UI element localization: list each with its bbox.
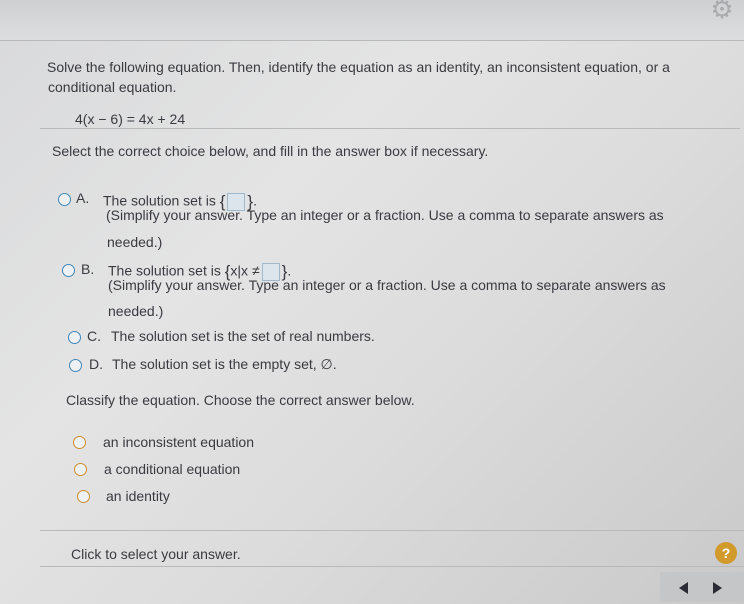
question-divider — [40, 128, 740, 129]
choice-d-radio[interactable] — [69, 359, 82, 372]
footer-divider — [40, 530, 744, 531]
choice-c-text: The solution set is the set of real numb… — [111, 328, 375, 344]
classify-option-inconsistent: an inconsistent equation — [103, 434, 254, 450]
choice-c-radio[interactable] — [68, 331, 81, 344]
classify-option-conditional: a conditional equation — [104, 461, 241, 477]
equation: 4(x − 6) = 4x + 24 — [75, 111, 186, 127]
top-toolbar — [0, 0, 744, 41]
header-divider — [0, 40, 744, 41]
choice-a-hint-line1: (Simplify your answer. Type an integer o… — [106, 207, 664, 223]
choice-b-letter: B. — [81, 261, 95, 277]
question-prompt-line1: Solve the following equation. Then, iden… — [47, 59, 670, 75]
question-prompt-line2: conditional equation. — [48, 79, 177, 95]
choice-d-text: The solution set is the empty set, ∅. — [112, 356, 337, 372]
choice-b-hint-line2: needed.) — [108, 303, 164, 319]
classify-radio-identity[interactable] — [77, 490, 90, 503]
instruction: Select the correct choice below, and fil… — [52, 143, 489, 159]
choice-b-hint-line1: (Simplify your answer. Type an integer o… — [108, 277, 666, 293]
classify-radio-inconsistent[interactable] — [73, 436, 86, 449]
choice-c-letter: C. — [87, 328, 101, 344]
choice-d-letter: D. — [89, 356, 103, 372]
choice-a-radio[interactable] — [58, 193, 71, 206]
bottom-divider — [40, 566, 744, 567]
arrow-right-icon — [713, 582, 722, 594]
help-icon[interactable]: ? — [715, 542, 737, 564]
choice-b-radio[interactable] — [62, 264, 75, 277]
choice-a-hint-line2: needed.) — [107, 234, 163, 250]
arrow-left-icon — [679, 582, 688, 594]
gear-icon[interactable]: ⚙ — [709, 0, 735, 22]
classify-radio-conditional[interactable] — [74, 463, 87, 476]
classify-option-identity: an identity — [106, 488, 170, 504]
status-text: Click to select your answer. — [71, 546, 241, 562]
classify-prompt: Classify the equation. Choose the correc… — [66, 392, 415, 408]
choice-a-letter: A. — [76, 190, 90, 206]
